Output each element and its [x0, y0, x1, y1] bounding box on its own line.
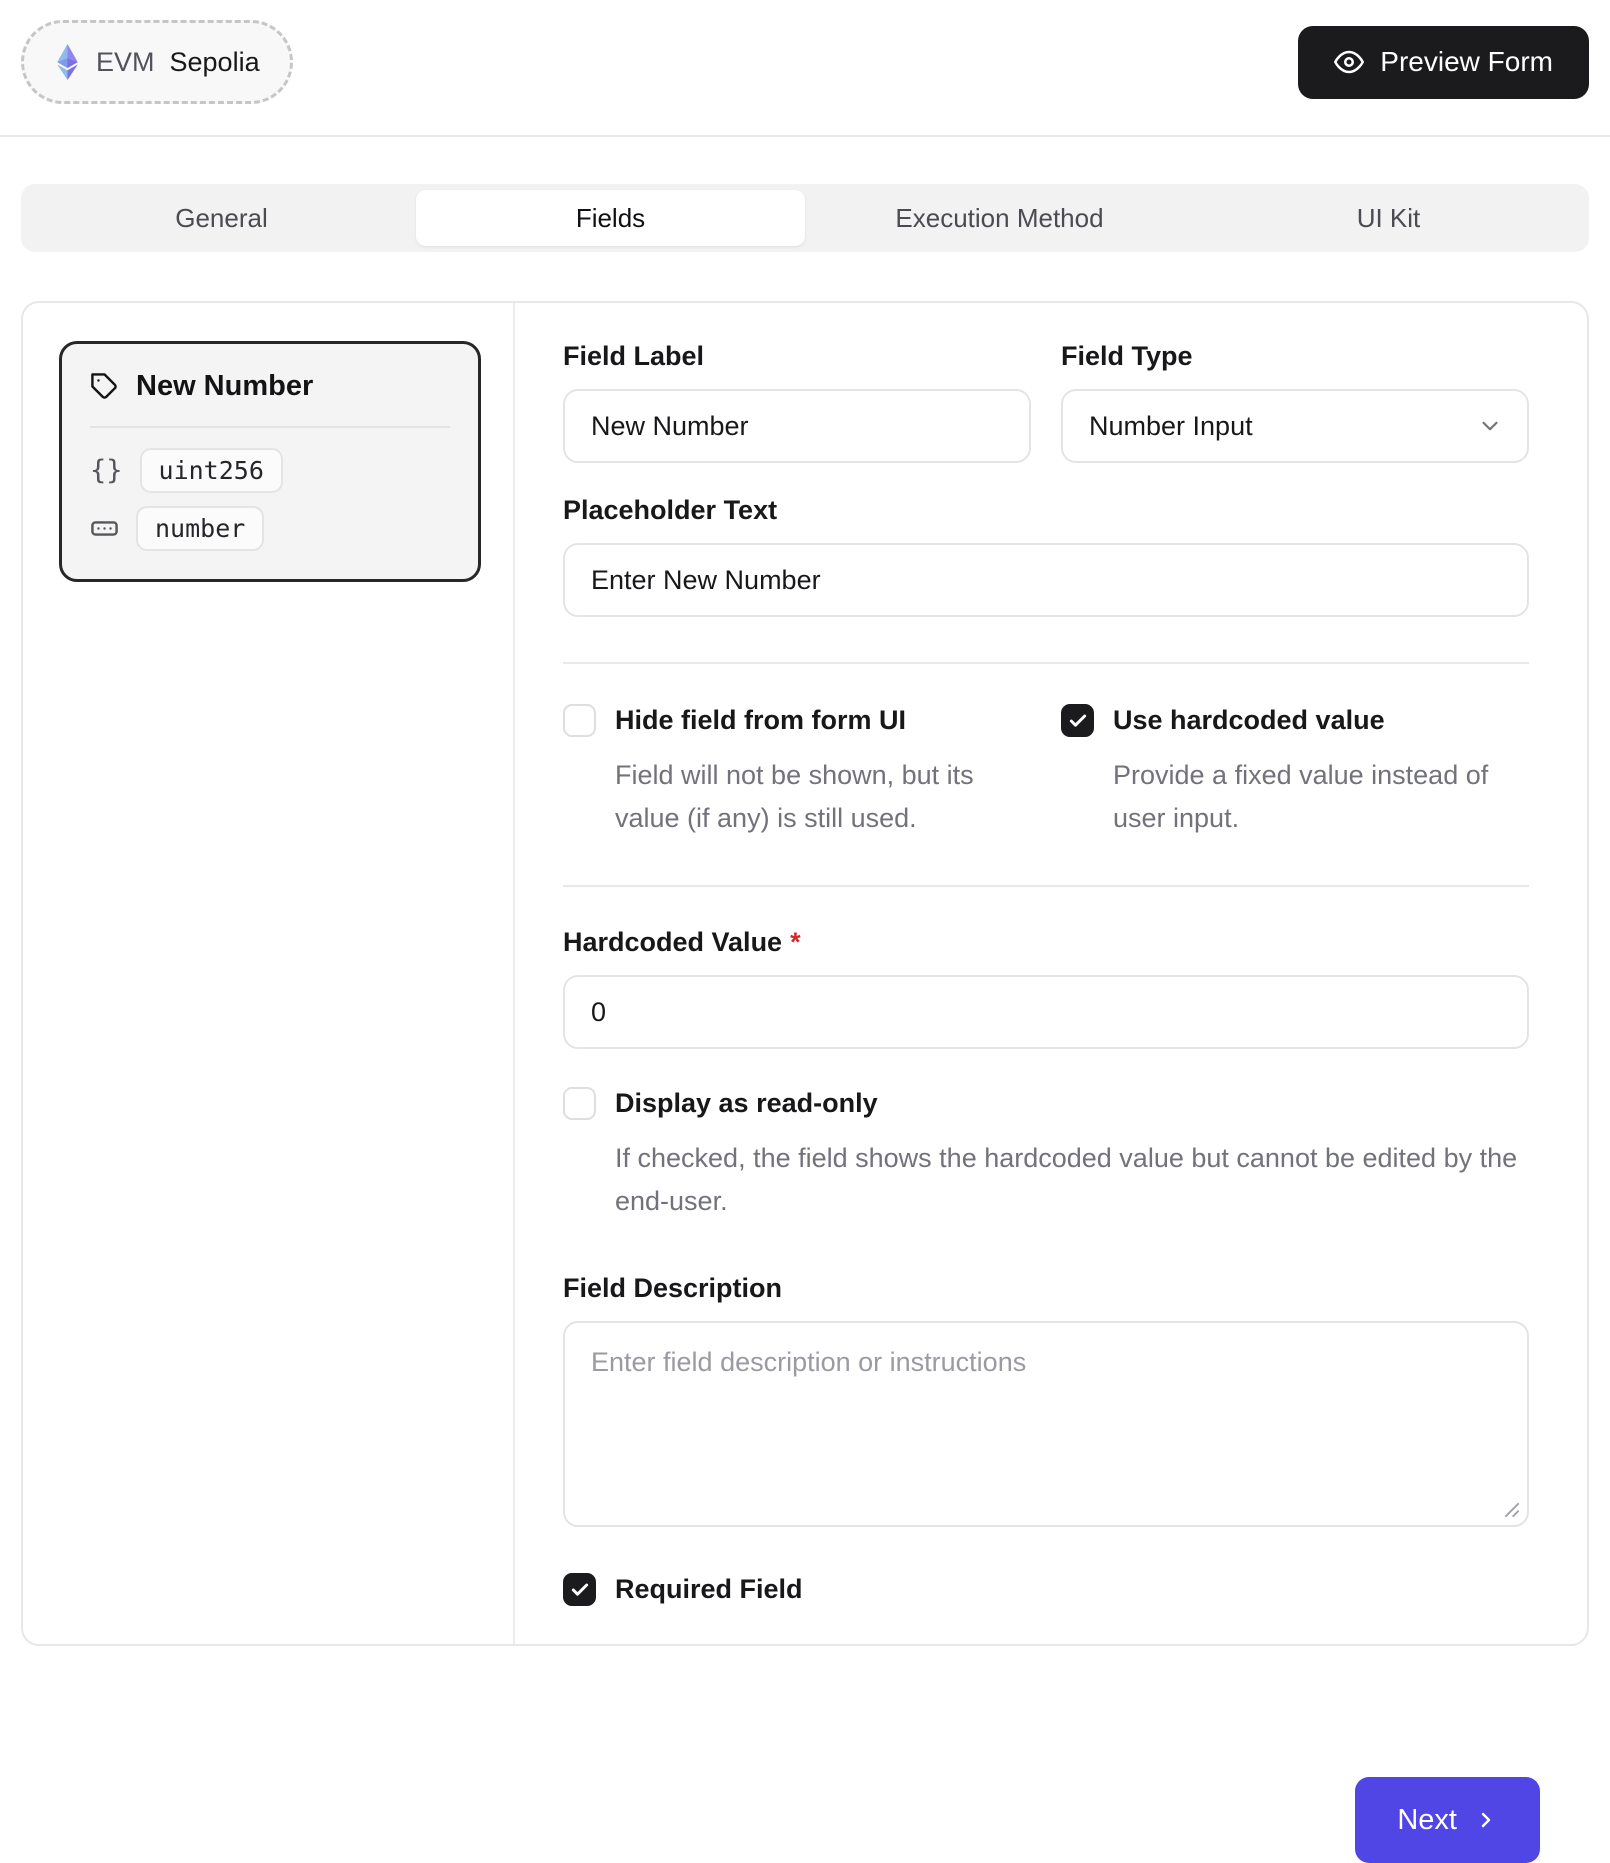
required-field-label[interactable]: Required Field	[615, 1574, 803, 1605]
placeholder-text-group: Placeholder Text	[563, 495, 1529, 617]
field-list-column: New Number {} uint256 number	[23, 303, 515, 1644]
network-badge-chain: EVM	[96, 47, 155, 78]
field-type-select[interactable]: Number Input	[1061, 389, 1529, 463]
hardcoded-value-label: Hardcoded Value*	[563, 927, 1529, 958]
eye-icon	[1334, 47, 1364, 77]
input-kind-badge: number	[136, 506, 264, 551]
field-description-group: Field Description	[563, 1273, 1529, 1527]
readonly-group: Display as read-only If checked, the fie…	[563, 1087, 1529, 1223]
network-badge[interactable]: EVM Sepolia	[21, 20, 293, 104]
ethereum-icon	[54, 44, 81, 80]
field-card-header: New Number	[90, 370, 450, 403]
field-type-group: Field Type Number Input	[1061, 341, 1529, 463]
chevron-down-icon	[1477, 413, 1503, 439]
input-type-row: number	[90, 506, 450, 551]
braces-icon: {}	[90, 455, 123, 486]
required-field-group: Required Field	[563, 1573, 1529, 1606]
field-editor-column: Field Label Field Type Number Input Plac…	[515, 303, 1587, 1644]
preview-form-button[interactable]: Preview Form	[1298, 26, 1589, 99]
field-label-label: Field Label	[563, 341, 1031, 372]
hide-field-description: Field will not be shown, but its value (…	[615, 754, 1031, 840]
next-button-label: Next	[1397, 1804, 1457, 1837]
section-divider-2	[563, 885, 1529, 887]
fields-panel: New Number {} uint256 number Fie	[21, 301, 1589, 1646]
tab-bar: General Fields Execution Method UI Kit	[21, 184, 1589, 252]
footer: Next	[0, 1777, 1610, 1863]
use-hardcoded-description: Provide a fixed value instead of user in…	[1113, 754, 1529, 840]
hide-field-checkbox[interactable]	[563, 704, 596, 737]
tag-icon	[90, 372, 119, 401]
readonly-description: If checked, the field shows the hardcode…	[615, 1137, 1529, 1223]
solidity-type-badge: uint256	[140, 448, 283, 493]
next-button[interactable]: Next	[1355, 1777, 1540, 1863]
required-asterisk: *	[790, 927, 801, 957]
field-description-textarea[interactable]	[563, 1321, 1529, 1527]
header: EVM Sepolia Preview Form	[0, 0, 1610, 104]
header-divider	[0, 135, 1610, 137]
hide-field-label[interactable]: Hide field from form UI	[615, 705, 906, 736]
tab-fields[interactable]: Fields	[416, 190, 805, 246]
readonly-checkbox[interactable]	[563, 1087, 596, 1120]
input-field-icon	[90, 514, 119, 543]
placeholder-text-label: Placeholder Text	[563, 495, 1529, 526]
tab-general[interactable]: General	[27, 190, 416, 246]
section-divider-1	[563, 662, 1529, 664]
preview-form-label: Preview Form	[1380, 46, 1553, 78]
field-label-group: Field Label	[563, 341, 1031, 463]
tab-execution-method[interactable]: Execution Method	[805, 190, 1194, 246]
field-type-label: Field Type	[1061, 341, 1529, 372]
hide-field-group: Hide field from form UI Field will not b…	[563, 704, 1031, 840]
network-badge-name: Sepolia	[170, 47, 260, 78]
field-card-title: New Number	[136, 370, 313, 403]
hardcoded-value-input[interactable]	[563, 975, 1529, 1049]
field-description-label: Field Description	[563, 1273, 1529, 1304]
use-hardcoded-label[interactable]: Use hardcoded value	[1113, 705, 1385, 736]
use-hardcoded-group: Use hardcoded value Provide a fixed valu…	[1061, 704, 1529, 840]
field-type-selected-value: Number Input	[1089, 411, 1253, 442]
tab-ui-kit[interactable]: UI Kit	[1194, 190, 1583, 246]
use-hardcoded-checkbox[interactable]	[1061, 704, 1094, 737]
field-label-input[interactable]	[563, 389, 1031, 463]
readonly-label[interactable]: Display as read-only	[615, 1088, 878, 1119]
field-card-new-number[interactable]: New Number {} uint256 number	[59, 341, 481, 582]
field-type-row: {} uint256	[90, 448, 450, 493]
required-field-checkbox[interactable]	[563, 1573, 596, 1606]
chevron-right-icon	[1474, 1808, 1498, 1832]
hardcoded-value-group: Hardcoded Value*	[563, 927, 1529, 1049]
field-card-divider	[90, 426, 450, 428]
placeholder-text-input[interactable]	[563, 543, 1529, 617]
